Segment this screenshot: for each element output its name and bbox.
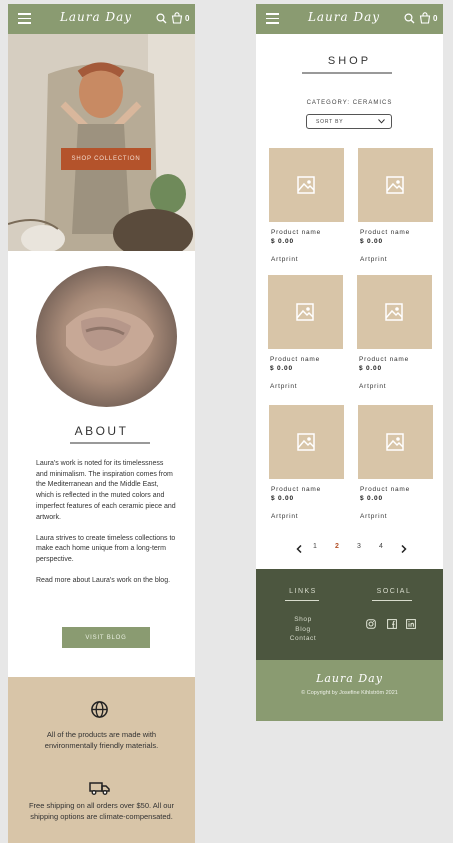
- about-paragraph: Laura's work is noted for its timelessne…: [36, 460, 176, 521]
- sort-by-label: SORT BY: [316, 119, 344, 125]
- product-type: Artprint: [360, 513, 388, 520]
- shop-divider: [302, 72, 392, 74]
- header: Laura Day 0: [8, 4, 195, 34]
- cart-icon[interactable]: [419, 12, 431, 24]
- image-placeholder-icon: [297, 433, 315, 451]
- product-price: $ 0.00: [359, 365, 382, 372]
- product-card[interactable]: Product name $ 0.00 Artprint: [268, 275, 344, 390]
- image-placeholder-icon: [386, 176, 404, 194]
- about-title: ABOUT: [74, 424, 129, 438]
- product-price: $ 0.00: [360, 495, 383, 502]
- hero-image: SHOP COLLECTION: [8, 34, 195, 251]
- product-image[interactable]: [358, 405, 433, 479]
- product-name[interactable]: Product name: [360, 486, 434, 493]
- footer-links-social: LINKS Shop Blog Contact SOCIAL: [256, 569, 443, 660]
- sort-by-select[interactable]: SORT BY: [306, 114, 392, 129]
- product-card[interactable]: Product name $ 0.00 Artprint: [357, 275, 433, 390]
- hands-clay-image: [36, 266, 177, 407]
- product-image[interactable]: [268, 275, 343, 349]
- product-name[interactable]: Product name: [359, 356, 433, 363]
- links-divider: [285, 600, 319, 601]
- logo[interactable]: Laura Day: [304, 10, 384, 24]
- search-icon[interactable]: [156, 13, 167, 24]
- product-card[interactable]: Product name $ 0.00 Artprint: [269, 405, 345, 520]
- image-placeholder-icon: [385, 303, 403, 321]
- image-placeholder-icon: [296, 303, 314, 321]
- menu-icon[interactable]: [266, 13, 279, 24]
- product-type: Artprint: [271, 256, 299, 263]
- home-screen: Laura Day 0 SHOP COLLECTION ABOUT Laura'…: [8, 4, 195, 843]
- chevron-down-icon: [378, 119, 385, 124]
- page-link-1[interactable]: 1: [313, 543, 317, 550]
- hero-photo-illustration: [8, 34, 195, 251]
- product-card[interactable]: Product name $ 0.00 Artprint: [358, 405, 434, 520]
- footer-link-blog[interactable]: Blog: [283, 625, 323, 635]
- product-image[interactable]: [269, 148, 344, 222]
- next-page-icon[interactable]: [401, 545, 407, 553]
- product-name[interactable]: Product name: [271, 486, 345, 493]
- shop-collection-button[interactable]: SHOP COLLECTION: [61, 148, 151, 170]
- page-link-3[interactable]: 3: [357, 543, 361, 550]
- clay-hands-illustration: [66, 308, 154, 366]
- product-type: Artprint: [271, 513, 299, 520]
- facebook-icon[interactable]: [387, 619, 397, 629]
- info-section: All of the products are made with enviro…: [8, 677, 195, 843]
- product-type: Artprint: [359, 383, 387, 390]
- cart-count: 0: [185, 14, 190, 23]
- product-name[interactable]: Product name: [270, 356, 344, 363]
- product-name[interactable]: Product name: [271, 229, 345, 236]
- cart-icon[interactable]: [171, 12, 183, 24]
- product-card[interactable]: Product name $ 0.00 Artprint: [358, 148, 434, 263]
- product-image[interactable]: [357, 275, 432, 349]
- about-paragraph: Read more about Laura's work on the blog…: [36, 577, 171, 585]
- image-placeholder-icon: [297, 176, 315, 194]
- header: Laura Day 0: [256, 4, 443, 34]
- product-image[interactable]: [358, 148, 433, 222]
- social-title: SOCIAL: [376, 588, 412, 595]
- page-link-4[interactable]: 4: [379, 543, 383, 550]
- footer-link-shop[interactable]: Shop: [283, 615, 323, 625]
- globe-icon: [91, 701, 108, 718]
- about-paragraph: Laura strives to create timeless collect…: [36, 534, 176, 564]
- about-text: Laura's work is noted for its timelessne…: [36, 459, 176, 598]
- product-card[interactable]: Product name $ 0.00 Artprint: [269, 148, 345, 263]
- instagram-icon[interactable]: [366, 619, 376, 629]
- about-divider: [70, 442, 150, 444]
- footer-link-contact[interactable]: Contact: [283, 634, 323, 644]
- product-name[interactable]: Product name: [360, 229, 434, 236]
- truck-icon: [89, 782, 110, 795]
- footer-logo: Laura Day: [316, 672, 383, 685]
- logo[interactable]: Laura Day: [56, 10, 136, 24]
- product-type: Artprint: [360, 256, 388, 263]
- info-text-shipping: Free shipping on all orders over $50. Al…: [28, 801, 175, 821]
- product-image[interactable]: [269, 405, 344, 479]
- category-label: CATEGORY: CERAMICS: [306, 100, 393, 106]
- product-price: $ 0.00: [271, 238, 294, 245]
- copyright: © Copyright by Josefine Kihlström 2021: [301, 690, 398, 696]
- image-placeholder-icon: [386, 433, 404, 451]
- footer-links: Shop Blog Contact: [283, 615, 323, 644]
- shop-screen: Laura Day 0 SHOP CATEGORY: CERAMICS SORT…: [256, 4, 443, 721]
- links-title: LINKS: [289, 588, 317, 595]
- product-type: Artprint: [270, 383, 298, 390]
- visit-blog-button[interactable]: VISIT BLOG: [62, 627, 150, 648]
- prev-page-icon[interactable]: [296, 545, 302, 553]
- menu-icon[interactable]: [18, 13, 31, 24]
- page-link-2-current[interactable]: 2: [335, 543, 339, 550]
- shop-title: SHOP: [327, 55, 372, 67]
- linkedin-icon[interactable]: [406, 619, 416, 629]
- footer-brand: Laura Day © Copyright by Josefine Kihlst…: [256, 660, 443, 721]
- info-text-materials: All of the products are made with enviro…: [44, 730, 159, 750]
- search-icon[interactable]: [404, 13, 415, 24]
- cart-count: 0: [433, 14, 438, 23]
- social-divider: [372, 600, 412, 601]
- product-price: $ 0.00: [360, 238, 383, 245]
- product-price: $ 0.00: [271, 495, 294, 502]
- product-price: $ 0.00: [270, 365, 293, 372]
